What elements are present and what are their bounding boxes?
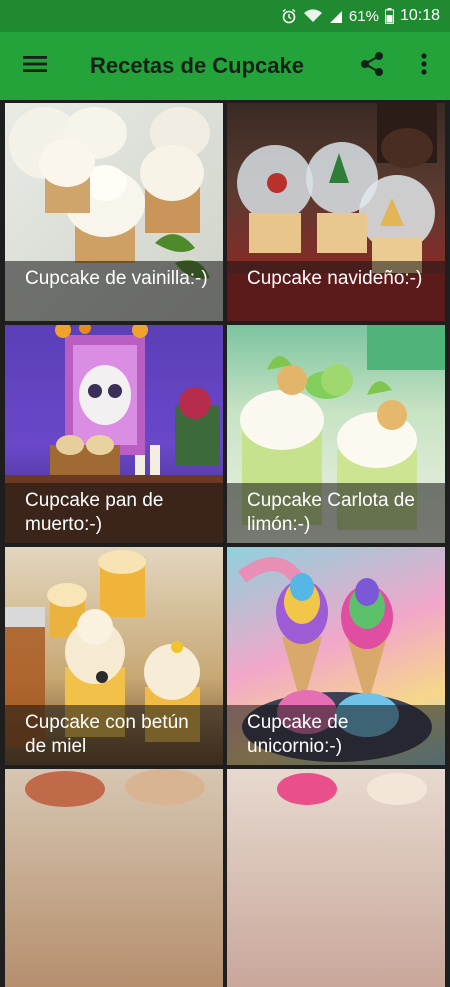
recipe-card-betun-miel[interactable]: Cupcake con betún de miel xyxy=(5,547,223,765)
alarm-icon xyxy=(281,8,297,24)
recipe-card-pan-de-muerto[interactable]: Cupcake pan de muerto:-) xyxy=(5,325,223,543)
recipe-title: Cupcake con betún de miel xyxy=(5,705,223,765)
share-button[interactable] xyxy=(346,32,398,100)
recipe-card-christmas[interactable]: Cupcake navideño:-) xyxy=(227,103,445,321)
clock: 10:18 xyxy=(399,7,440,24)
wifi-icon xyxy=(303,8,323,24)
recipe-grid: Cupcake de vainilla:-) Cupcake navideño:… xyxy=(0,100,450,987)
recipe-photo xyxy=(5,769,223,987)
recipe-card-carlota-limon[interactable]: Cupcake Carlota de limón:-) xyxy=(227,325,445,543)
share-icon xyxy=(360,51,384,82)
menu-button[interactable] xyxy=(0,32,70,100)
recipe-title: Cupcake de unicornio:-) xyxy=(227,705,445,765)
status-bar: 61% 10:18 xyxy=(0,0,450,32)
recipe-title: Cupcake Carlota de limón:-) xyxy=(227,483,445,543)
recipe-card-vanilla[interactable]: Cupcake de vainilla:-) xyxy=(5,103,223,321)
overflow-menu-button[interactable] xyxy=(398,32,450,100)
recipe-card-partial-left[interactable] xyxy=(5,769,223,987)
signal-icon xyxy=(329,8,343,24)
recipe-photo xyxy=(227,769,445,987)
battery-percent: 61% xyxy=(348,7,379,25)
recipe-title: Cupcake pan de muerto:-) xyxy=(5,483,223,543)
recipe-title: Cupcake navideño:-) xyxy=(227,261,445,321)
recipe-card-unicornio[interactable]: Cupcake de unicornio:-) xyxy=(227,547,445,765)
more-vert-icon xyxy=(421,52,427,80)
hamburger-menu-icon xyxy=(23,54,47,79)
page-title: Recetas de Cupcake xyxy=(90,53,304,78)
battery-icon xyxy=(384,8,394,24)
recipe-title: Cupcake de vainilla:-) xyxy=(5,261,223,321)
recipe-card-partial-right[interactable] xyxy=(227,769,445,987)
app-bar: Recetas de Cupcake xyxy=(0,32,450,100)
